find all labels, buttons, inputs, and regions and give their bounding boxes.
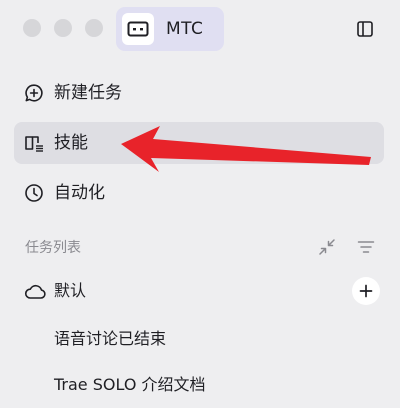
nav-item-label: 技能 — [54, 133, 88, 153]
add-task-button[interactable] — [352, 277, 380, 305]
task-item[interactable]: 语音讨论已结束 — [54, 325, 166, 349]
plus-icon — [359, 284, 373, 298]
task-item[interactable]: Trae SOLO 介绍文档 — [54, 371, 206, 395]
sidebar-toggle-icon[interactable] — [356, 20, 374, 38]
cloud-icon — [24, 284, 46, 299]
book-icon — [25, 136, 43, 152]
collapse-icon[interactable] — [318, 238, 336, 256]
chat-plus-icon — [25, 84, 43, 102]
task-group-default[interactable]: 默认 — [14, 271, 384, 311]
window-zoom-button[interactable] — [85, 19, 103, 37]
window-close-button[interactable] — [23, 19, 41, 37]
nav-item-skills[interactable]: 技能 — [14, 122, 384, 164]
filter-icon[interactable] — [357, 238, 375, 256]
nav-item-label: 自动化 — [54, 183, 105, 203]
task-list-heading: 任务列表 — [25, 240, 81, 256]
window-minimize-button[interactable] — [54, 19, 72, 37]
task-group-label: 默认 — [54, 281, 87, 300]
nav-item-new-task[interactable]: 新建任务 — [14, 72, 384, 114]
nav-item-label: 新建任务 — [54, 83, 122, 103]
app-switcher[interactable]: MTC — [116, 7, 224, 51]
clock-icon — [25, 184, 43, 202]
nav-item-automation[interactable]: 自动化 — [14, 172, 384, 214]
title-bar: MTC — [0, 0, 400, 58]
app-logo-icon — [122, 13, 154, 45]
app-name: MTC — [166, 19, 204, 39]
